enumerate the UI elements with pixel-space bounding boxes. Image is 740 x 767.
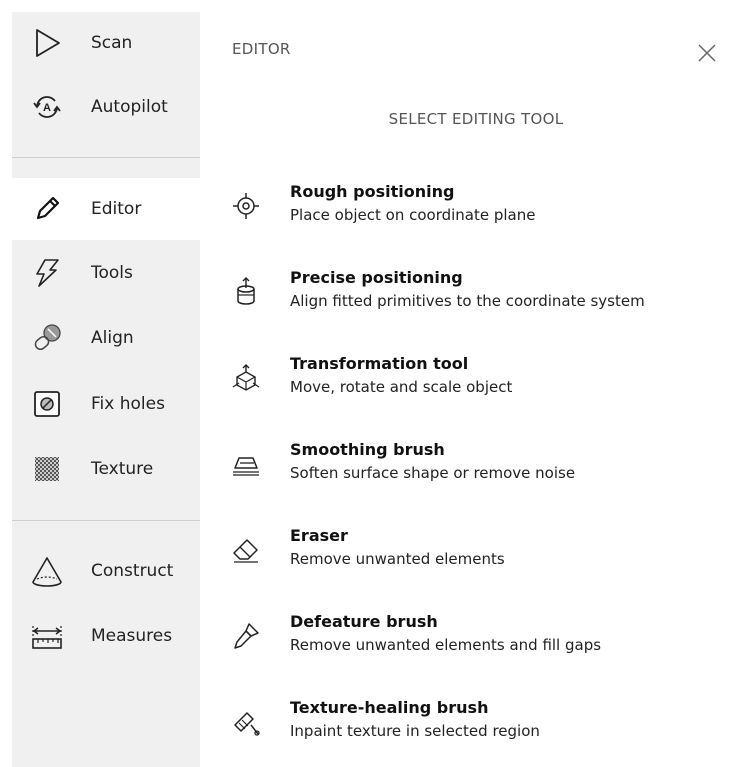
tool-name: Precise positioning (290, 268, 463, 287)
pencil-icon (30, 192, 64, 226)
tool-precise-positioning[interactable]: Precise positioning Align fitted primiti… (228, 264, 740, 328)
sidebar-item-label: Texture (91, 459, 154, 479)
healing-brush-icon (228, 704, 264, 740)
close-button[interactable] (696, 42, 718, 64)
tool-name: Eraser (290, 526, 348, 545)
sidebar-divider (12, 157, 200, 158)
texture-icon (30, 452, 64, 486)
sidebar-item-tools[interactable]: Tools (12, 244, 200, 302)
editor-panel: EDITOR SELECT EDITING TOOL Rough positio… (200, 12, 740, 767)
sidebar-divider (12, 520, 200, 521)
eraser-icon (228, 532, 264, 568)
tool-name: Defeature brush (290, 612, 438, 631)
sidebar-item-measures[interactable]: Measures (12, 607, 200, 665)
crosshair-icon (228, 188, 264, 224)
tool-description: Place object on coordinate plane (290, 206, 536, 224)
defeature-brush-icon (228, 618, 264, 654)
tool-description: Soften surface shape or remove noise (290, 464, 576, 482)
sidebar: Scan A Autopilot Editor Tools Align Fix … (12, 12, 200, 767)
svg-text:A: A (43, 102, 51, 114)
tool-transformation[interactable]: Transformation tool Move, rotate and sca… (228, 350, 740, 414)
sidebar-item-label: Autopilot (91, 97, 168, 117)
iron-icon (228, 446, 264, 482)
tool-eraser[interactable]: Eraser Remove unwanted elements (228, 522, 740, 586)
lightning-icon (30, 256, 64, 290)
tool-name: Texture-healing brush (290, 698, 489, 717)
tool-name: Smoothing brush (290, 440, 445, 459)
section-title: SELECT EDITING TOOL (388, 110, 564, 128)
tool-description: Remove unwanted elements and fill gaps (290, 636, 602, 654)
tool-smoothing-brush[interactable]: Smoothing brush Soften surface shape or … (228, 436, 740, 500)
cylinder-icon (228, 274, 264, 310)
autopilot-icon: A (30, 90, 64, 124)
tool-name: Transformation tool (290, 354, 469, 373)
tool-description: Inpaint texture in selected region (290, 722, 540, 740)
align-icon (30, 321, 64, 355)
ruler-icon (30, 619, 64, 653)
tool-texture-healing-brush[interactable]: Texture-healing brush Inpaint texture in… (228, 694, 740, 758)
tool-description: Remove unwanted elements (290, 550, 505, 568)
fix-holes-icon (30, 387, 64, 421)
play-triangle-icon (30, 26, 64, 60)
panel-title: EDITOR (232, 40, 291, 58)
sidebar-item-align[interactable]: Align (12, 309, 200, 367)
tool-description: Align fitted primitives to the coordinat… (290, 292, 645, 310)
close-icon (696, 44, 718, 68)
construct-icon (30, 554, 64, 588)
sidebar-item-texture[interactable]: Texture (12, 440, 200, 498)
sidebar-item-label: Fix holes (91, 394, 165, 414)
sidebar-item-label: Tools (91, 263, 133, 283)
sidebar-item-scan[interactable]: Scan (12, 14, 200, 72)
sidebar-item-editor[interactable]: Editor (12, 178, 200, 240)
sidebar-item-label: Editor (91, 199, 142, 219)
sidebar-item-label: Measures (91, 626, 173, 646)
transform-icon (228, 360, 264, 396)
tool-description: Move, rotate and scale object (290, 378, 513, 396)
sidebar-item-fix-holes[interactable]: Fix holes (12, 375, 200, 433)
sidebar-item-label: Align (91, 328, 134, 348)
tool-name: Rough positioning (290, 182, 455, 201)
sidebar-item-label: Construct (91, 561, 174, 581)
tool-rough-positioning[interactable]: Rough positioning Place object on coordi… (228, 178, 740, 242)
tool-defeature-brush[interactable]: Defeature brush Remove unwanted elements… (228, 608, 740, 672)
sidebar-item-label: Scan (91, 33, 133, 53)
sidebar-item-autopilot[interactable]: A Autopilot (12, 78, 200, 136)
sidebar-item-construct[interactable]: Construct (12, 542, 200, 600)
